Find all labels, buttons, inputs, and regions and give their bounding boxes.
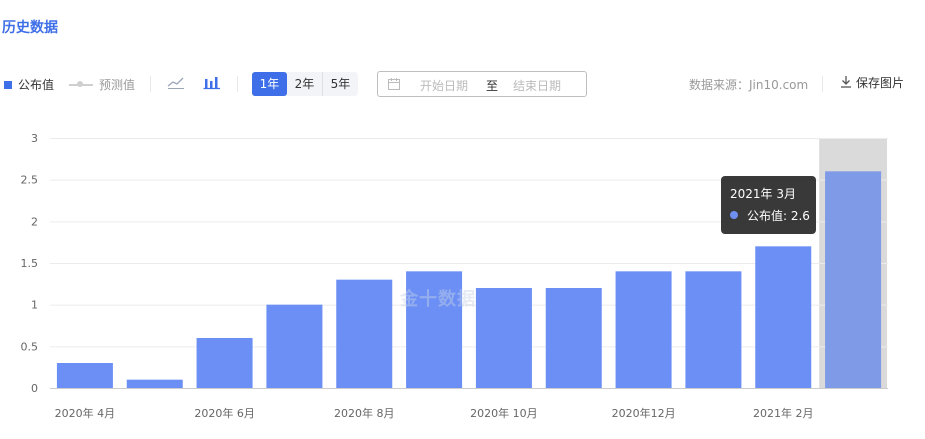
- data-source: 数据来源：Jin10.com: [689, 78, 809, 92]
- tooltip-title: 2021年 3月: [730, 187, 796, 201]
- bar-2021年 1月: [685, 271, 742, 388]
- divider: [150, 76, 151, 92]
- bar-2020年 8月: [336, 279, 393, 388]
- tooltip-value: 公布值: 2.6: [747, 209, 810, 223]
- legend-actual-label: 公布值: [18, 78, 55, 92]
- divider: [822, 76, 823, 92]
- bar-chart-icon[interactable]: [203, 74, 223, 92]
- start-date-input[interactable]: 开始日期: [420, 77, 468, 94]
- bar-chart: 0 0.5 1 1.5 2 2.5 3 2020年 4月 2020年 6月 2020年 8月 202…: [21, 132, 888, 420]
- range-1y-button[interactable]: 1年: [252, 72, 287, 96]
- bar-2020年 7月: [266, 304, 323, 388]
- legend-forecast-label: 预测值: [99, 78, 136, 92]
- y-tick-label: 0.5: [21, 340, 39, 353]
- y-tick-label: 0: [31, 382, 38, 395]
- page-title: 历史数据: [2, 20, 58, 36]
- end-date-input[interactable]: 结束日期: [513, 77, 561, 94]
- y-tick-label: 1.5: [21, 257, 39, 270]
- date-range-picker[interactable]: 开始日期 至 结束日期: [377, 71, 587, 97]
- y-tick-label: 2.5: [21, 174, 39, 187]
- bar-2020年 11月: [545, 288, 602, 388]
- bar-2020年 5月: [126, 379, 183, 388]
- bar-2021年 3月: [825, 171, 882, 388]
- range-2y-button[interactable]: 2年: [287, 72, 322, 96]
- bar-2020年12月: [615, 271, 672, 388]
- bar-2020年 4月: [56, 363, 113, 388]
- legend-forecast[interactable]: 预测值: [69, 76, 135, 93]
- x-tick-label: 2020年 4月: [55, 406, 116, 420]
- y-tick-label: 1: [31, 299, 38, 312]
- range-5y-button[interactable]: 5年: [322, 72, 358, 96]
- save-image-button[interactable]: 保存图片: [840, 74, 904, 91]
- legend-forecast-swatch: [69, 80, 93, 87]
- bar-2020年 6月: [196, 338, 253, 388]
- y-tick-label: 3: [31, 132, 38, 145]
- range-selector: 1年 2年 5年: [252, 72, 358, 96]
- bar-2020年 10月: [475, 288, 532, 388]
- chart-tooltip: 2021年 3月 公布值: 2.6: [721, 176, 816, 234]
- x-tick-label: 2020年 8月: [334, 406, 395, 420]
- download-icon: [840, 75, 852, 91]
- y-tick-label: 2: [31, 215, 38, 228]
- x-tick-label: 2020年12月: [612, 406, 676, 420]
- calendar-icon: [388, 78, 400, 90]
- toolbar: 公布值 预测值 1年 2年 5年 开始日期 至 结束日期 数据来源：Jin10.…: [0, 70, 925, 98]
- x-tick-label: 2020年 6月: [194, 406, 255, 420]
- legend-actual[interactable]: 公布值: [4, 76, 54, 93]
- bar-2021年 2月: [755, 246, 812, 388]
- legend-actual-swatch: [4, 80, 12, 89]
- watermark: 金十数据: [400, 289, 476, 310]
- save-image-label: 保存图片: [856, 76, 905, 90]
- x-tick-label: 2021年 2月: [753, 406, 814, 420]
- date-separator: 至: [486, 79, 499, 93]
- divider: [237, 76, 238, 92]
- x-tick-label: 2020年 10月: [470, 406, 538, 420]
- line-chart-icon[interactable]: [167, 74, 187, 92]
- tooltip-series-dot: [730, 211, 738, 219]
